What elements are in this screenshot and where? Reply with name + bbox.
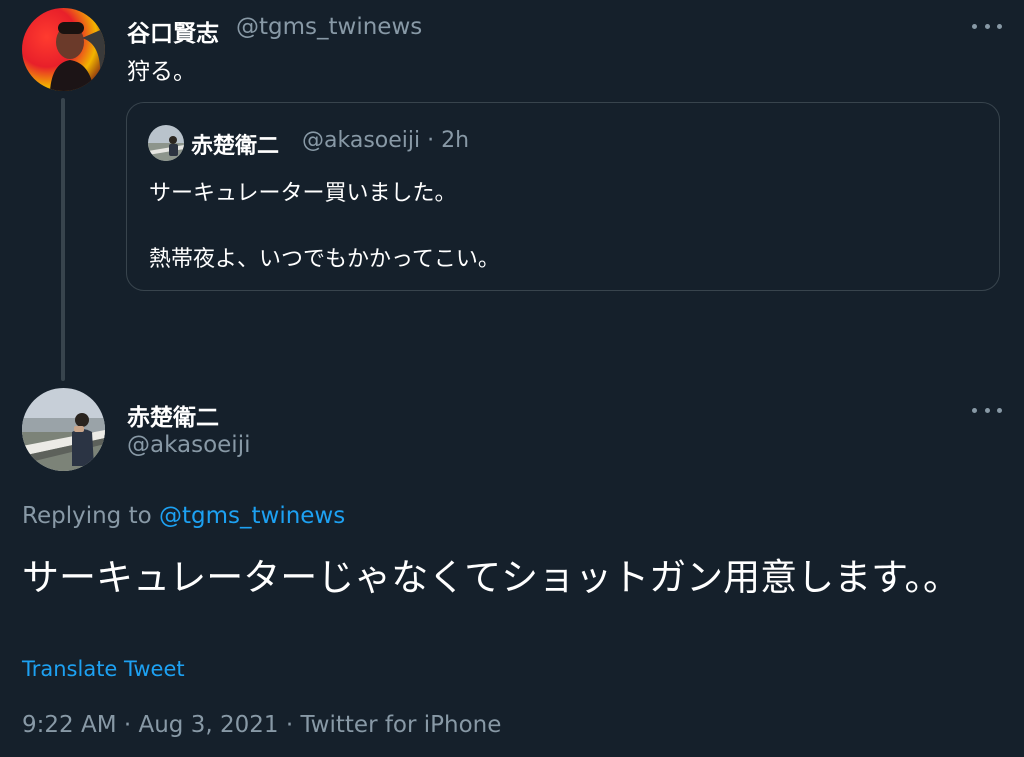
tweet-thread: 谷口賢志 @tgms_twinews 狩る。 赤楚衛二 @akasoeiji ·… bbox=[0, 0, 1024, 757]
separator: · bbox=[285, 712, 294, 738]
quoted-tweet-card[interactable]: 赤楚衛二 @akasoeiji · 2h サーキュレーター買いました。 熱帯夜よ… bbox=[126, 102, 1000, 291]
parent-author-avatar[interactable] bbox=[22, 8, 105, 91]
replying-to: Replying to @tgms_twinews bbox=[22, 503, 345, 529]
main-tweet-text: サーキュレーターじゃなくてショットガン用意します。。 bbox=[22, 556, 960, 599]
tweet-source[interactable]: Twitter for iPhone bbox=[300, 712, 501, 738]
quoted-text-line-2: 熱帯夜よ、いつでもかかってこい。 bbox=[149, 247, 500, 272]
replying-to-link[interactable]: @tgms_twinews bbox=[159, 503, 345, 529]
more-horizontal-icon[interactable] bbox=[972, 19, 1002, 33]
dot bbox=[984, 23, 990, 29]
quoted-author-handle: @akasoeiji bbox=[302, 128, 421, 153]
dot bbox=[972, 23, 977, 29]
quoted-author-name: 赤楚衛二 bbox=[191, 134, 280, 159]
tweet-date[interactable]: Aug 3, 2021 bbox=[138, 712, 278, 738]
dot bbox=[972, 407, 977, 413]
separator: · bbox=[427, 128, 435, 153]
separator: · bbox=[123, 712, 132, 738]
dot bbox=[997, 23, 1002, 29]
main-author-avatar[interactable] bbox=[22, 388, 105, 471]
parent-tweet-text: 狩る。 bbox=[127, 59, 196, 85]
main-author-name[interactable]: 赤楚衛二 bbox=[127, 398, 219, 432]
quoted-author-meta: @akasoeiji · 2h bbox=[302, 128, 469, 153]
dot bbox=[997, 407, 1002, 413]
dot bbox=[984, 407, 990, 413]
replying-prefix: Replying to bbox=[22, 503, 152, 529]
parent-author-name[interactable]: 谷口賢志 bbox=[127, 14, 219, 48]
parent-author-handle[interactable]: @tgms_twinews bbox=[236, 14, 422, 40]
main-author-handle[interactable]: @akasoeiji bbox=[127, 432, 250, 458]
translate-tweet-link[interactable]: Translate Tweet bbox=[22, 657, 185, 681]
thread-connector-line bbox=[61, 98, 65, 381]
quoted-time-ago: 2h bbox=[441, 128, 470, 153]
quoted-author-avatar bbox=[148, 125, 184, 161]
tweet-time[interactable]: 9:22 AM bbox=[22, 712, 117, 738]
tweet-timestamp: 9:22 AM · Aug 3, 2021 · Twitter for iPho… bbox=[22, 712, 501, 738]
more-horizontal-icon[interactable] bbox=[972, 403, 1002, 417]
quoted-text-line-1: サーキュレーター買いました。 bbox=[149, 181, 457, 206]
